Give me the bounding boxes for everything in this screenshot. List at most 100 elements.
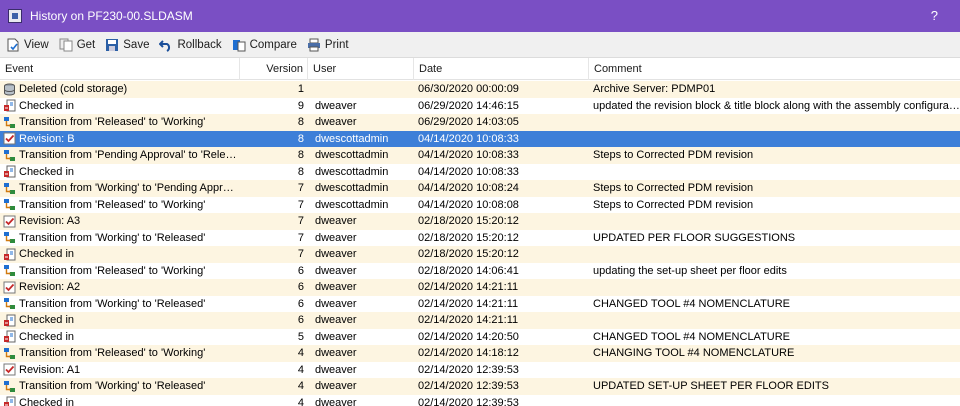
get-label: Get — [76, 38, 96, 51]
event-cell: Checked in — [3, 329, 238, 346]
comment-cell: UPDATED SET-UP SHEET PER FLOOR EDITS — [593, 380, 829, 392]
history-row[interactable]: Transition from 'Working' to 'Released' 6… — [0, 296, 960, 313]
history-row[interactable]: Checked in 7 dweaver 02/18/2020 15:20:12 — [0, 246, 960, 263]
event-text: Transition from 'Working' to 'Released' — [19, 231, 206, 244]
version-cell: 4 — [297, 396, 304, 406]
view-label: View — [24, 38, 49, 51]
checkin-icon — [3, 314, 16, 327]
history-list: Deleted (cold storage) 1 06/30/2020 00:00:… — [0, 81, 960, 406]
version-cell: 8 — [297, 132, 304, 145]
history-row[interactable]: Transition from 'Pending Approval' to 'R… — [0, 147, 960, 164]
history-row[interactable]: Checked in 4 dweaver 02/14/2020 12:39:53 — [0, 395, 960, 406]
event-cell: Revision: A1 — [3, 362, 238, 379]
comment-cell — [593, 362, 960, 379]
column-header: Event Version User Date Comment — [0, 58, 960, 80]
event-text: Checked in — [19, 99, 75, 112]
event-cell: Transition from 'Released' to 'Working' — [3, 345, 238, 362]
compare-label: Compare — [249, 38, 297, 51]
user-cell: dweaver — [315, 314, 357, 326]
view-button[interactable]: View — [6, 38, 49, 52]
comment-cell — [593, 395, 960, 406]
version-cell: 8 — [297, 116, 304, 128]
comment-cell — [593, 246, 960, 263]
history-row[interactable]: Checked in 5 dweaver 02/14/2020 14:20:50 CHA… — [0, 329, 960, 346]
save-button[interactable]: Save — [105, 38, 149, 52]
version-cell: 7 — [297, 182, 304, 194]
event-text: Transition from 'Released' to 'Working' — [19, 347, 206, 359]
cold-storage-icon — [3, 83, 16, 96]
view-icon — [6, 38, 20, 52]
comment-cell: Steps to Corrected PDM revision — [593, 198, 754, 211]
event-text: Deleted (cold storage) — [19, 83, 128, 95]
history-row[interactable]: Revision: A2 6 dweaver 02/14/2020 14:21:11 — [0, 279, 960, 296]
date-cell: 02/14/2020 14:21:11 — [418, 281, 519, 293]
date-cell: 04/14/2020 10:08:33 — [418, 149, 519, 161]
date-cell: 02/14/2020 14:21:11 — [418, 314, 519, 326]
column-header-date[interactable]: Date — [414, 58, 589, 80]
column-header-user[interactable]: User — [308, 58, 414, 80]
history-row[interactable]: Revision: A3 7 dweaver 02/18/2020 15:20:12 — [0, 213, 960, 230]
transition-icon — [3, 264, 16, 277]
revision-icon — [3, 132, 16, 145]
user-cell — [313, 81, 413, 98]
event-cell: Revision: A3 — [3, 213, 238, 230]
print-button[interactable]: Print — [307, 38, 349, 52]
event-cell: Transition from 'Working' to 'Released' — [3, 296, 238, 313]
help-button[interactable]: ? — [931, 8, 938, 23]
version-cell: 1 — [297, 83, 304, 95]
version-cell: 6 — [297, 314, 304, 326]
rollback-button[interactable]: Rollback — [159, 38, 222, 52]
history-row[interactable]: Revision: A1 4 dweaver 02/14/2020 12:39:53 — [0, 362, 960, 379]
event-text: Checked in — [19, 396, 75, 406]
comment-cell — [593, 131, 960, 148]
history-row[interactable]: Checked in 8 dwescottadmin 04/14/2020 10:08… — [0, 164, 960, 181]
comment-cell — [593, 312, 960, 329]
history-row[interactable]: Transition from 'Working' to 'Released' 4… — [0, 378, 960, 395]
history-row[interactable]: Transition from 'Released' to 'Working' 8… — [0, 114, 960, 131]
rollback-label: Rollback — [177, 38, 222, 51]
user-cell: dwescottadmin — [315, 182, 389, 194]
comment-cell: CHANGED TOOL #4 NOMENCLATURE — [593, 330, 791, 343]
column-header-comment[interactable]: Comment — [589, 58, 960, 80]
event-text: Transition from 'Released' to 'Working' — [19, 116, 206, 128]
date-cell: 06/30/2020 00:00:09 — [418, 83, 519, 95]
history-row[interactable]: Deleted (cold storage) 1 06/30/2020 00:00:… — [0, 81, 960, 98]
history-row[interactable]: Checked in 6 dweaver 02/14/2020 14:21:11 — [0, 312, 960, 329]
checkin-icon — [3, 99, 16, 112]
history-row[interactable]: Transition from 'Working' to 'Pending Ap… — [0, 180, 960, 197]
compare-icon — [232, 38, 246, 52]
version-cell: 4 — [297, 380, 304, 392]
history-row[interactable]: Transition from 'Working' to 'Released' 7… — [0, 230, 960, 247]
transition-icon — [3, 149, 16, 162]
history-row[interactable]: Transition from 'Released' to 'Working' 7… — [0, 197, 960, 214]
date-cell: 04/14/2020 10:08:33 — [418, 132, 519, 145]
user-cell: dweaver — [315, 99, 357, 112]
version-cell: 4 — [297, 347, 304, 359]
event-cell: Checked in — [3, 395, 238, 406]
comment-cell: updating the set-up sheet per floor edit… — [593, 264, 787, 277]
compare-button[interactable]: Compare — [232, 38, 297, 52]
history-row[interactable]: Revision: B 8 dwescottadmin 04/14/2020 10:0… — [0, 130, 960, 148]
history-row[interactable]: Transition from 'Released' to 'Working' 6… — [0, 263, 960, 280]
event-cell: Transition from 'Pending Approval' to 'R… — [3, 147, 238, 164]
event-text: Transition from 'Pending Approval' to 'R… — [19, 149, 238, 161]
event-text: Revision: A3 — [19, 215, 81, 227]
checkin-icon — [3, 396, 16, 406]
user-cell: dweaver — [315, 330, 357, 343]
comment-cell: Steps to Corrected PDM revision — [593, 182, 754, 194]
user-cell: dweaver — [315, 248, 357, 260]
history-row[interactable]: Checked in 9 dweaver 06/29/2020 14:46:15 upd… — [0, 98, 960, 115]
get-button[interactable]: Get — [59, 38, 96, 52]
event-cell: Checked in — [3, 312, 238, 329]
history-row[interactable]: Transition from 'Released' to 'Working' 4… — [0, 345, 960, 362]
comment-cell — [593, 279, 960, 296]
transition-icon — [3, 182, 16, 195]
event-cell: Revision: B — [3, 131, 238, 148]
user-cell: dwescottadmin — [315, 198, 389, 211]
checkin-icon — [3, 165, 16, 178]
column-header-event[interactable]: Event — [0, 58, 240, 80]
title-bar: History on PF230-00.SLDASM ? — [0, 0, 960, 32]
column-header-version[interactable]: Version — [240, 58, 308, 80]
version-cell: 6 — [297, 264, 304, 277]
user-cell: dweaver — [315, 363, 357, 376]
